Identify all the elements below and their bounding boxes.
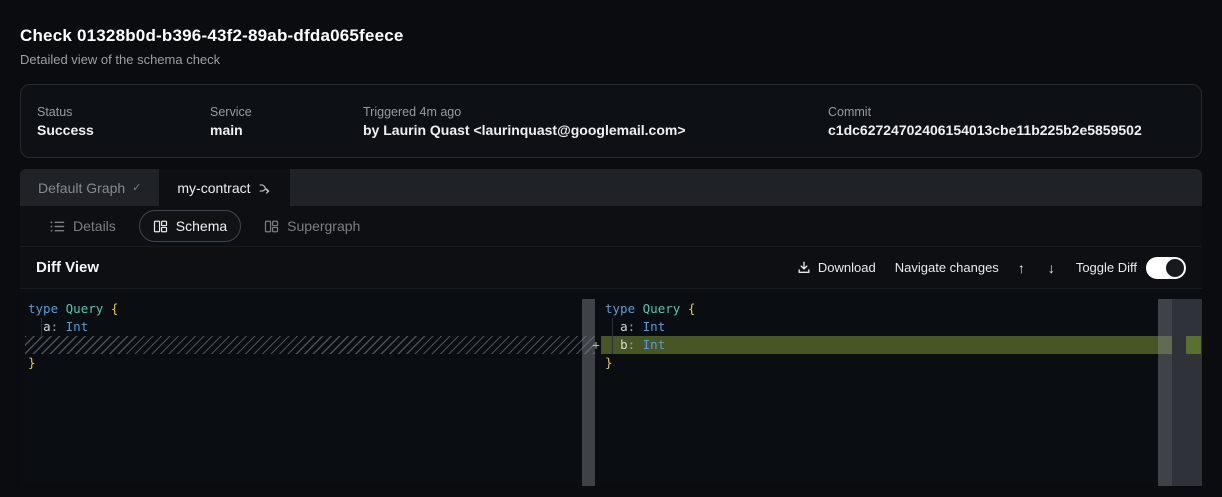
triggered-column: Triggered 4m ago by Laurin Quast <laurin… xyxy=(363,105,828,138)
triggered-value: by Laurin Quast <laurinquast@googlemail.… xyxy=(363,122,828,138)
diff-overview-ruler[interactable] xyxy=(1172,299,1202,486)
page-header: Check 01328b0d-b396-43f2-89ab-dfda065fee… xyxy=(0,0,1222,67)
diff-pane-before: type Query { a: Int} xyxy=(20,289,595,486)
status-value: Success xyxy=(37,122,210,138)
navigate-changes-label: Navigate changes xyxy=(895,260,999,275)
code-line: b: Int xyxy=(601,336,1172,354)
status-label: Status xyxy=(37,105,210,119)
code-line: a: Int xyxy=(28,318,595,336)
tab-supergraph[interactable]: Supergraph xyxy=(250,210,374,242)
code-line: type Query { xyxy=(605,300,1172,318)
columns-icon xyxy=(153,219,168,234)
service-value: main xyxy=(210,122,363,138)
arrow-up-icon: ↑ xyxy=(1018,260,1025,276)
added-change-marker xyxy=(1186,336,1201,354)
tab-details[interactable]: Details xyxy=(36,210,130,242)
code-line: } xyxy=(28,354,595,372)
tab-schema-label: Schema xyxy=(176,218,227,234)
tab-my-contract[interactable]: my-contract xyxy=(159,169,289,206)
tab-supergraph-label: Supergraph xyxy=(287,218,360,234)
tab-default-graph[interactable]: Default Graph ✓ xyxy=(20,169,159,206)
arrow-down-icon: ↓ xyxy=(1048,260,1055,276)
commit-label: Commit xyxy=(828,105,1142,119)
page-title: Check 01328b0d-b396-43f2-89ab-dfda065fee… xyxy=(20,26,1202,46)
list-icon xyxy=(50,220,65,233)
service-label: Service xyxy=(210,105,363,119)
diff-editor: type Query { a: Int} type Query { a: Int… xyxy=(20,289,1202,486)
service-column: Service main xyxy=(210,105,363,138)
navigate-changes-button[interactable]: Navigate changes xyxy=(895,256,999,279)
download-button[interactable]: Download xyxy=(797,256,876,279)
commit-value: c1dc62724702406154013cbe11b225b2e5859502 xyxy=(828,122,1142,138)
diff-actions: Download Navigate changes ↑ ↓ Toggle Dif… xyxy=(797,256,1186,280)
toggle-diff-switch[interactable] xyxy=(1146,257,1186,279)
diff-view-title: Diff View xyxy=(36,259,99,276)
contract-icon xyxy=(258,181,272,195)
view-toolbar: Details Schema xyxy=(20,206,1202,247)
indent-guide xyxy=(41,318,42,336)
tab-default-graph-label: Default Graph xyxy=(38,180,125,196)
check-detail-card: Default Graph ✓ my-contract xyxy=(20,169,1202,486)
code-line: a: Int xyxy=(605,318,1172,336)
toggle-knob xyxy=(1166,259,1184,277)
download-label: Download xyxy=(818,260,876,275)
page-subtitle: Detailed view of the schema check xyxy=(20,52,1202,67)
next-change-button[interactable]: ↓ xyxy=(1044,256,1059,280)
diff-view-header: Diff View Download Navigate changes ↑ xyxy=(20,247,1202,289)
graph-tab-bar: Default Graph ✓ my-contract xyxy=(20,169,1202,206)
schema-check-page: Check 01328b0d-b396-43f2-89ab-dfda065fee… xyxy=(0,0,1222,497)
diff-pane-after: type Query { a: Int b: Int} xyxy=(595,289,1172,486)
diff-placeholder-line xyxy=(25,336,595,354)
code-line: type Query { xyxy=(28,300,595,318)
columns-icon xyxy=(264,219,279,234)
tab-details-label: Details xyxy=(73,218,116,234)
commit-column: Commit c1dc62724702406154013cbe11b225b2e… xyxy=(828,105,1142,138)
triggered-label: Triggered 4m ago xyxy=(363,105,828,119)
tab-my-contract-label: my-contract xyxy=(177,180,250,196)
left-pane-scrollbar[interactable] xyxy=(582,299,595,486)
check-icon: ✓ xyxy=(132,181,141,194)
code-line: } xyxy=(605,354,1172,372)
previous-change-button[interactable]: ↑ xyxy=(1014,256,1029,280)
indent-guide xyxy=(612,318,613,354)
added-line-marker: + xyxy=(590,336,602,354)
status-column: Status Success xyxy=(37,105,210,138)
tab-schema[interactable]: Schema xyxy=(139,210,241,242)
right-pane-scrollbar[interactable] xyxy=(1158,299,1172,486)
check-summary-card: Status Success Service main Triggered 4m… xyxy=(20,84,1202,158)
download-icon xyxy=(797,260,811,275)
toggle-diff-label: Toggle Diff xyxy=(1076,260,1137,275)
